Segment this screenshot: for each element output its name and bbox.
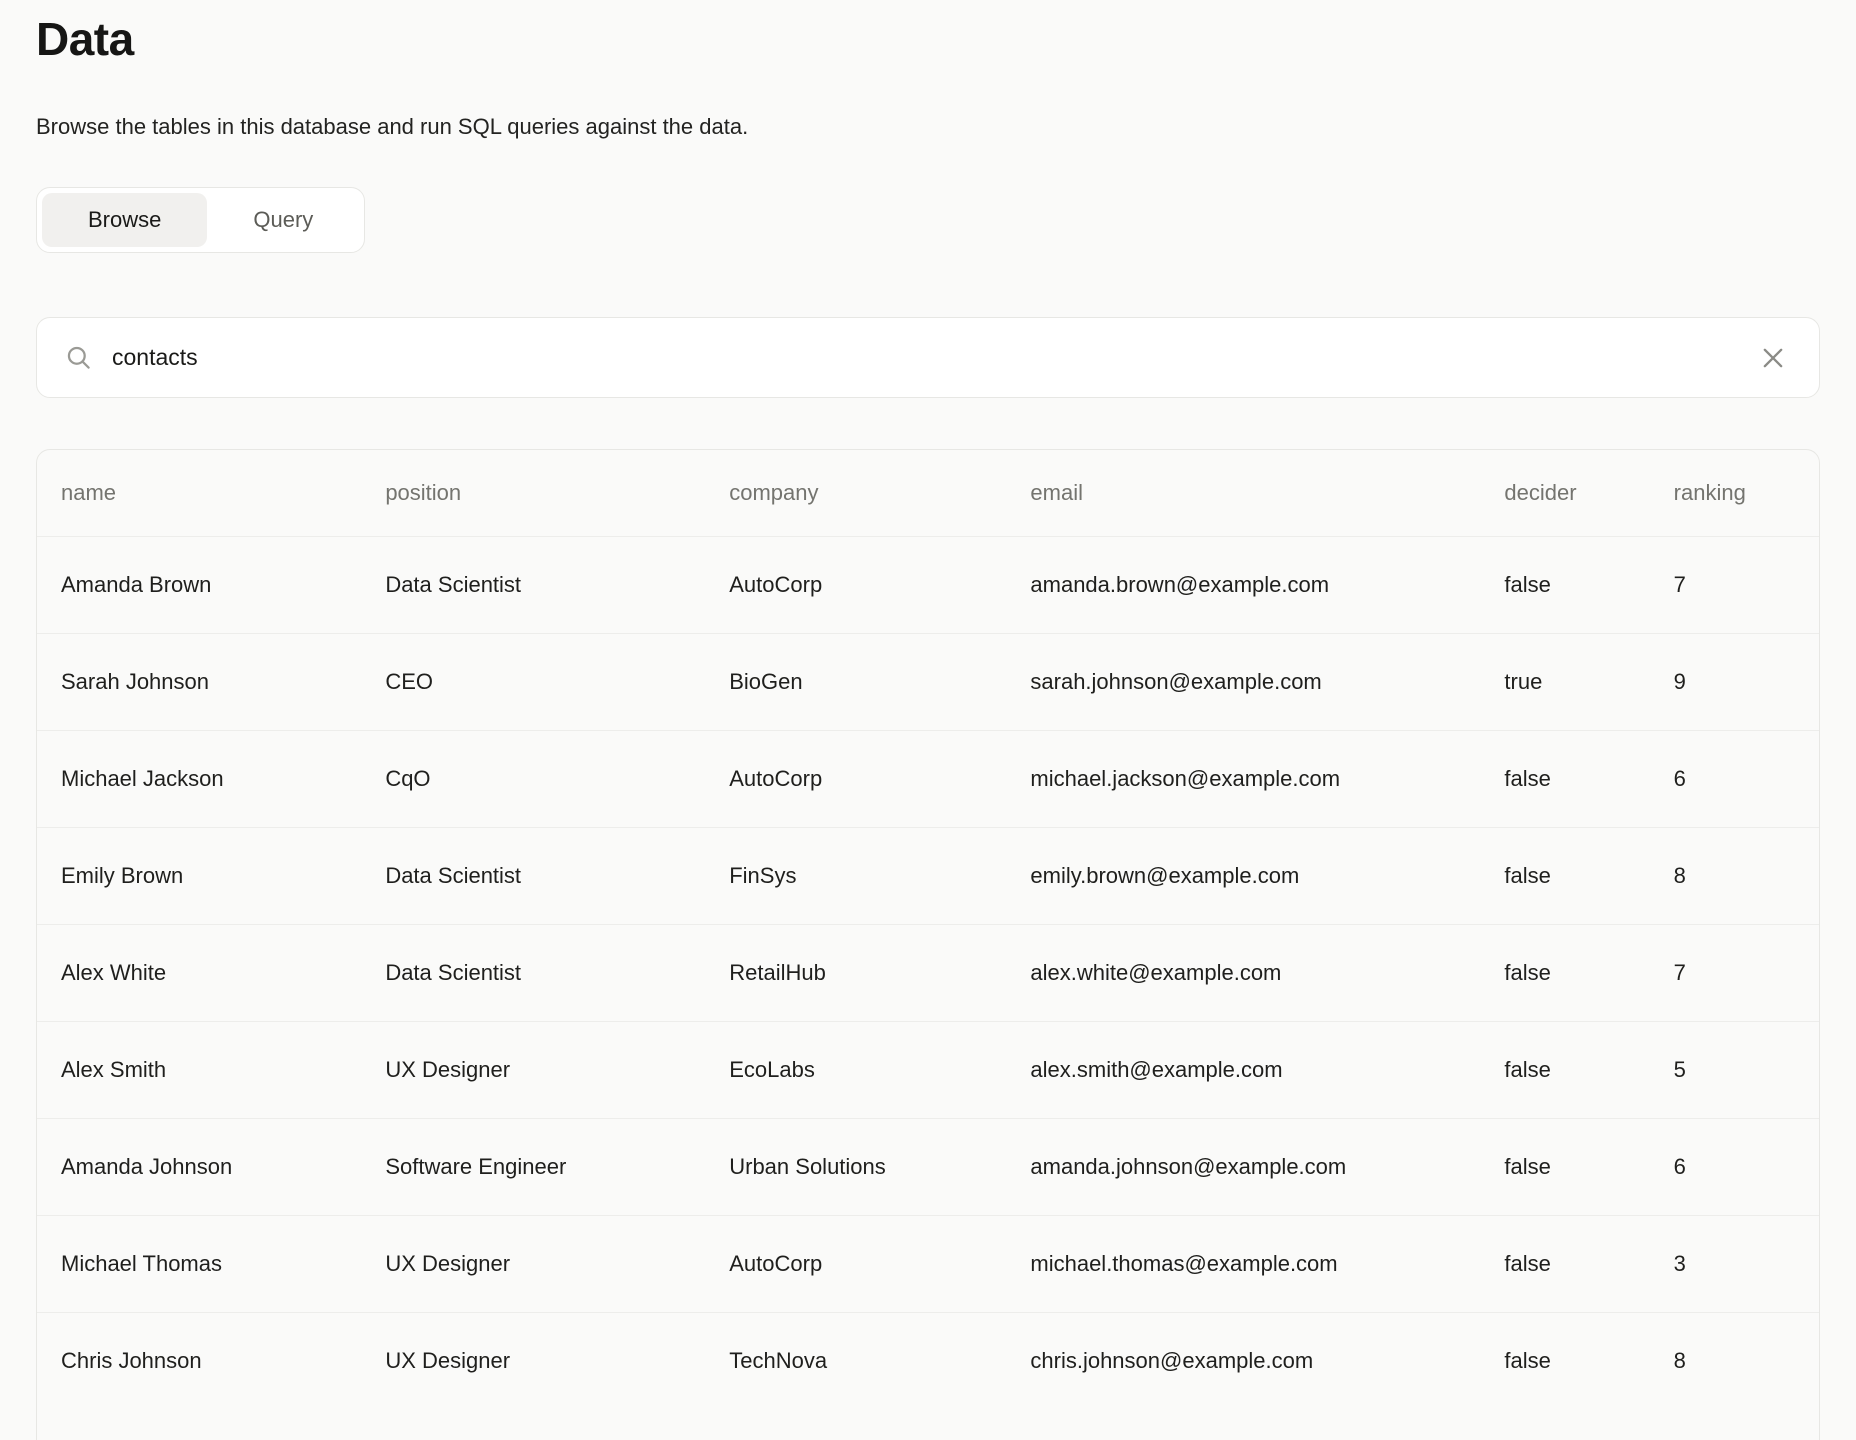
cell-ranking: 7 [1650, 924, 1819, 1021]
browse-query-tab-group: Browse Query [36, 187, 365, 253]
cell-position: UX Designer [361, 1021, 705, 1118]
cell-email: sarah.johnson@example.com [1006, 633, 1480, 730]
cell-decider: false [1480, 536, 1649, 633]
cell-position: UX Designer [361, 1215, 705, 1312]
column-header-name: name [37, 450, 361, 536]
cell-ranking: 3 [1650, 1215, 1819, 1312]
table-search-box[interactable] [36, 317, 1820, 398]
tab-query[interactable]: Query [207, 193, 359, 247]
cell-company: BioGen [705, 633, 1006, 730]
cell-decider: false [1480, 730, 1649, 827]
cell-decider: false [1480, 1021, 1649, 1118]
cell-company: EcoLabs [705, 1021, 1006, 1118]
data-page: Data Browse the tables in this database … [0, 0, 1856, 1440]
cell-decider: false [1480, 1215, 1649, 1312]
cell-name: Chris Johnson [37, 1312, 361, 1409]
cell-position: CqO [361, 730, 705, 827]
cell-company: AutoCorp [705, 1215, 1006, 1312]
table-row: Michael ThomasUX DesignerAutoCorpmichael… [37, 1215, 1819, 1312]
cell-email: michael.jackson@example.com [1006, 730, 1480, 827]
column-header-position: position [361, 450, 705, 536]
table-row: Chris JohnsonUX DesignerTechNovachris.jo… [37, 1312, 1819, 1409]
table-row: Alex SmithUX DesignerEcoLabsalex.smith@e… [37, 1021, 1819, 1118]
cell-name: Alex White [37, 924, 361, 1021]
cell-company: AutoCorp [705, 730, 1006, 827]
cell-name: Sarah Johnson [37, 633, 361, 730]
column-header-company: company [705, 450, 1006, 536]
cell-decider: false [1480, 1312, 1649, 1409]
cell-ranking: 6 [1650, 730, 1819, 827]
cell-company: TechNova [705, 1312, 1006, 1409]
cell-ranking: 8 [1650, 1312, 1819, 1409]
search-icon [65, 344, 92, 371]
search-input[interactable] [112, 318, 1753, 397]
cell-company: AutoCorp [705, 536, 1006, 633]
table-row: Emily BrownData ScientistFinSysemily.bro… [37, 827, 1819, 924]
cell-position: UX Designer [361, 1312, 705, 1409]
cell-email: emily.brown@example.com [1006, 827, 1480, 924]
cell-ranking: 6 [1650, 1118, 1819, 1215]
table-row: Sarah JohnsonCEOBioGensarah.johnson@exam… [37, 633, 1819, 730]
cell-name: Emily Brown [37, 827, 361, 924]
cell-name: Michael Jackson [37, 730, 361, 827]
cell-ranking: 8 [1650, 827, 1819, 924]
table-header: name position company email decider rank… [37, 450, 1819, 536]
table-row: Amanda JohnsonSoftware EngineerUrban Sol… [37, 1118, 1819, 1215]
cell-decider: true [1480, 633, 1649, 730]
cell-email: chris.johnson@example.com [1006, 1312, 1480, 1409]
close-icon [1759, 344, 1787, 372]
table-row: Alex WhiteData ScientistRetailHubalex.wh… [37, 924, 1819, 1021]
column-header-email: email [1006, 450, 1480, 536]
table-card: name position company email decider rank… [36, 449, 1820, 1440]
table-body: Amanda BrownData ScientistAutoCorpamanda… [37, 536, 1819, 1409]
cell-decider: false [1480, 827, 1649, 924]
tab-browse[interactable]: Browse [42, 193, 207, 247]
cell-name: Alex Smith [37, 1021, 361, 1118]
cell-position: Data Scientist [361, 536, 705, 633]
cell-name: Amanda Johnson [37, 1118, 361, 1215]
cell-email: michael.thomas@example.com [1006, 1215, 1480, 1312]
page-title: Data [36, 16, 1820, 62]
table-row: Michael JacksonCqOAutoCorpmichael.jackso… [37, 730, 1819, 827]
column-header-ranking: ranking [1650, 450, 1819, 536]
cell-email: alex.smith@example.com [1006, 1021, 1480, 1118]
cell-company: FinSys [705, 827, 1006, 924]
cell-position: Data Scientist [361, 827, 705, 924]
cell-ranking: 7 [1650, 536, 1819, 633]
table-spacer [37, 1409, 1819, 1440]
cell-name: Amanda Brown [37, 536, 361, 633]
cell-decider: false [1480, 1118, 1649, 1215]
table-row: Amanda BrownData ScientistAutoCorpamanda… [37, 536, 1819, 633]
cell-position: Data Scientist [361, 924, 705, 1021]
cell-company: Urban Solutions [705, 1118, 1006, 1215]
page-subtitle: Browse the tables in this database and r… [36, 114, 1820, 140]
cell-company: RetailHub [705, 924, 1006, 1021]
clear-search-button[interactable] [1753, 338, 1793, 378]
cell-email: alex.white@example.com [1006, 924, 1480, 1021]
cell-ranking: 9 [1650, 633, 1819, 730]
contacts-table: name position company email decider rank… [37, 450, 1819, 1409]
column-header-decider: decider [1480, 450, 1649, 536]
cell-position: Software Engineer [361, 1118, 705, 1215]
cell-decider: false [1480, 924, 1649, 1021]
cell-name: Michael Thomas [37, 1215, 361, 1312]
cell-email: amanda.johnson@example.com [1006, 1118, 1480, 1215]
cell-ranking: 5 [1650, 1021, 1819, 1118]
cell-email: amanda.brown@example.com [1006, 536, 1480, 633]
cell-position: CEO [361, 633, 705, 730]
